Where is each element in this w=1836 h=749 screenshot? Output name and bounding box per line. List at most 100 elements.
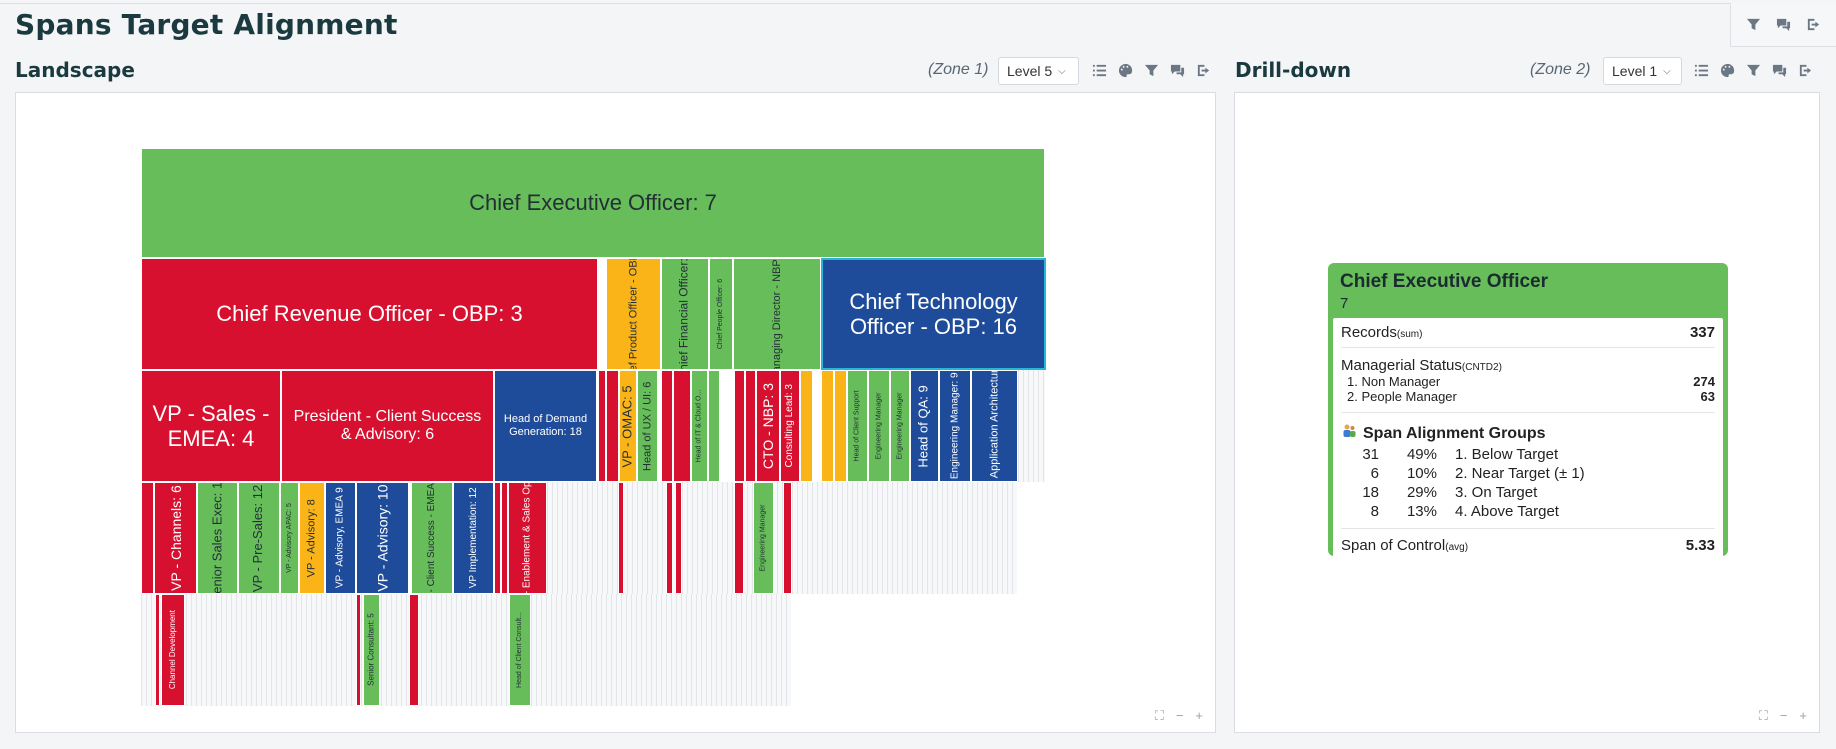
list-icon[interactable] bbox=[1091, 62, 1107, 78]
export-icon[interactable] bbox=[1805, 17, 1821, 33]
treemap-cell[interactable]: Head of Client Support bbox=[847, 370, 868, 482]
treemap-cell[interactable]: VP - Channels: 6 bbox=[154, 482, 197, 594]
treemap-cell[interactable]: VP Implementation: 12 bbox=[453, 482, 494, 594]
treemap-cell[interactable] bbox=[673, 370, 691, 482]
ms-item-label: 1. Non Manager bbox=[1347, 374, 1441, 389]
treemap-cell[interactable] bbox=[708, 370, 720, 482]
treemap-cell-label: Head of Client Consult... bbox=[515, 612, 523, 688]
comments-icon[interactable] bbox=[1775, 17, 1791, 33]
treemap-cell-label: Head Application Architecture: 11 bbox=[988, 370, 1001, 482]
records-label: Records bbox=[1341, 324, 1397, 341]
treemap-cell[interactable]: Consulting Lead: 3 bbox=[780, 370, 800, 482]
treemap-cell[interactable]: Chief Revenue Officer - OBP: 3 bbox=[141, 258, 598, 370]
zoom-in-button[interactable]: + bbox=[1195, 708, 1203, 724]
treemap-cell[interactable]: President - Client Success & Advisory: 6 bbox=[281, 370, 494, 482]
treemap-cell[interactable]: VP - OMAC: 5 bbox=[619, 370, 637, 482]
treemap-cell[interactable] bbox=[666, 482, 673, 594]
treemap-cell-label: VP - Advisory, EMEA 9 bbox=[334, 487, 346, 589]
treemap-cell[interactable]: Senior Consultant: 5 bbox=[363, 594, 380, 706]
export-icon[interactable] bbox=[1195, 62, 1211, 78]
treemap-cell[interactable] bbox=[661, 370, 673, 482]
filter-icon[interactable] bbox=[1746, 17, 1762, 33]
treemap-cell[interactable]: Head Application Architecture: 11 bbox=[971, 370, 1018, 482]
treemap-cell[interactable] bbox=[606, 370, 619, 482]
soc-label: Span of Control bbox=[1341, 537, 1446, 554]
treemap-cell[interactable]: Channel Development bbox=[161, 594, 185, 706]
treemap-cell[interactable] bbox=[494, 482, 501, 594]
landscape-level-select[interactable]: Level 5 ⌵ bbox=[998, 57, 1079, 85]
fit-screen-icon[interactable]: ⛶ bbox=[1155, 708, 1164, 724]
list-icon[interactable] bbox=[1693, 62, 1709, 78]
treemap-cell[interactable] bbox=[618, 482, 624, 594]
treemap-cell[interactable]: Chief Financial Officer: 5 bbox=[661, 258, 709, 370]
chevron-down-icon: ⌵ bbox=[1663, 65, 1671, 77]
treemap-cell[interactable] bbox=[155, 594, 160, 706]
filter-icon[interactable] bbox=[1745, 62, 1761, 78]
ms-agg: (CNTD2) bbox=[1461, 362, 1502, 373]
treemap-cell[interactable] bbox=[501, 482, 508, 594]
card-title: Chief Executive Officer bbox=[1340, 271, 1549, 292]
treemap-cell[interactable] bbox=[783, 482, 792, 594]
treemap-cell[interactable] bbox=[800, 370, 813, 482]
summary-card[interactable]: Chief Executive Officer 7 Records(sum) 3… bbox=[1328, 263, 1728, 561]
treemap-cell[interactable] bbox=[834, 370, 847, 482]
treemap-cell[interactable]: Managing Director - NBP: 7 bbox=[733, 258, 821, 370]
zoom-out-button[interactable]: − bbox=[1176, 708, 1184, 724]
fit-screen-icon[interactable]: ⛶ bbox=[1759, 708, 1768, 724]
drilldown-zoom-controls: ⛶ − + bbox=[1759, 708, 1807, 724]
treemap-cell[interactable] bbox=[598, 370, 606, 482]
sag-count: 18 bbox=[1362, 484, 1379, 501]
drilldown-zone-label: (Zone 2) bbox=[1530, 61, 1591, 78]
comments-icon[interactable] bbox=[1169, 62, 1185, 78]
treemap-cell-label: CTO - NBP: 3 bbox=[759, 382, 776, 470]
treemap-leaf-strips[interactable] bbox=[141, 594, 561, 706]
treemap-cell[interactable]: VP - Advisory: 10 bbox=[356, 482, 409, 594]
export-icon[interactable] bbox=[1797, 62, 1813, 78]
treemap-cell[interactable] bbox=[745, 370, 756, 482]
treemap-cell[interactable]: VP - Advisory, EMEA 9 bbox=[325, 482, 356, 594]
treemap-cell[interactable]: Head of Demand Generation: 18 bbox=[494, 370, 597, 482]
treemap-cell[interactable]: Head of UX / UI: 6 bbox=[637, 370, 658, 482]
treemap-cell[interactable]: Chief Executive Officer: 7 bbox=[141, 148, 1045, 258]
zoom-out-button[interactable]: − bbox=[1780, 708, 1788, 724]
sag-percent: 29% bbox=[1406, 484, 1437, 501]
palette-icon[interactable] bbox=[1719, 62, 1735, 78]
drilldown-level-select[interactable]: Level 1 ⌵ bbox=[1603, 57, 1682, 85]
treemap-cell[interactable] bbox=[141, 482, 154, 594]
treemap-cell[interactable]: Engineering Manager bbox=[890, 370, 910, 482]
treemap-cell[interactable]: CTO - NBP: 3 bbox=[756, 370, 780, 482]
treemap-cell[interactable]: VP - Client Success - EMEA: 11 bbox=[411, 482, 453, 594]
treemap-cell[interactable]: Engineering Manager: 9 bbox=[939, 370, 971, 482]
palette-icon[interactable] bbox=[1117, 62, 1133, 78]
treemap-cell[interactable]: VP - Enablement & Sales Ops: 6 bbox=[508, 482, 547, 594]
treemap-cell[interactable]: Head of Client Consult... bbox=[509, 594, 531, 706]
treemap-cell[interactable]: Senior Sales Exec: 12 bbox=[197, 482, 238, 594]
filter-icon[interactable] bbox=[1143, 62, 1159, 78]
treemap-cell[interactable]: Chief Technology Officer - OBP: 16 bbox=[821, 258, 1046, 370]
treemap-cell[interactable] bbox=[356, 594, 361, 706]
treemap-cell[interactable] bbox=[734, 482, 744, 594]
treemap-cell[interactable]: VP - Sales - EMEA: 4 bbox=[141, 370, 281, 482]
treemap-cell[interactable] bbox=[821, 370, 834, 482]
treemap-cell[interactable] bbox=[734, 370, 745, 482]
sag-percent: 13% bbox=[1406, 503, 1437, 520]
treemap-cell[interactable]: VP - Advisory APAC: 5 bbox=[280, 482, 299, 594]
treemap-cell[interactable]: Chief People Officer: 6 bbox=[709, 258, 733, 370]
treemap-cell[interactable]: VP - Pre-Sales: 12 bbox=[238, 482, 280, 594]
ms-item-value: 63 bbox=[1700, 389, 1715, 404]
treemap-cell-label: Engineering Manager bbox=[874, 392, 882, 460]
treemap-leaf-strips[interactable] bbox=[561, 594, 791, 706]
treemap-cell-label: Senior Sales Exec: 12 bbox=[209, 482, 225, 594]
treemap-cell[interactable]: Engineering Manager bbox=[753, 482, 774, 594]
treemap-cell[interactable] bbox=[675, 482, 682, 594]
comments-icon[interactable] bbox=[1771, 62, 1787, 78]
treemap-cell[interactable]: Chief Product Officer - OBP: 4 bbox=[606, 258, 661, 370]
sag-label: Span Alignment Groups bbox=[1363, 424, 1546, 442]
treemap-cell[interactable] bbox=[409, 594, 419, 706]
treemap-cell[interactable]: Head of IT & Cloud O... bbox=[691, 370, 708, 482]
treemap-cell[interactable]: Engineering Manager bbox=[868, 370, 890, 482]
treemap-leaf-strips[interactable] bbox=[1018, 370, 1045, 482]
zoom-in-button[interactable]: + bbox=[1799, 708, 1807, 724]
treemap-cell[interactable]: VP - Advisory: 8 bbox=[299, 482, 325, 594]
treemap-cell[interactable]: Head of QA: 9 bbox=[910, 370, 939, 482]
